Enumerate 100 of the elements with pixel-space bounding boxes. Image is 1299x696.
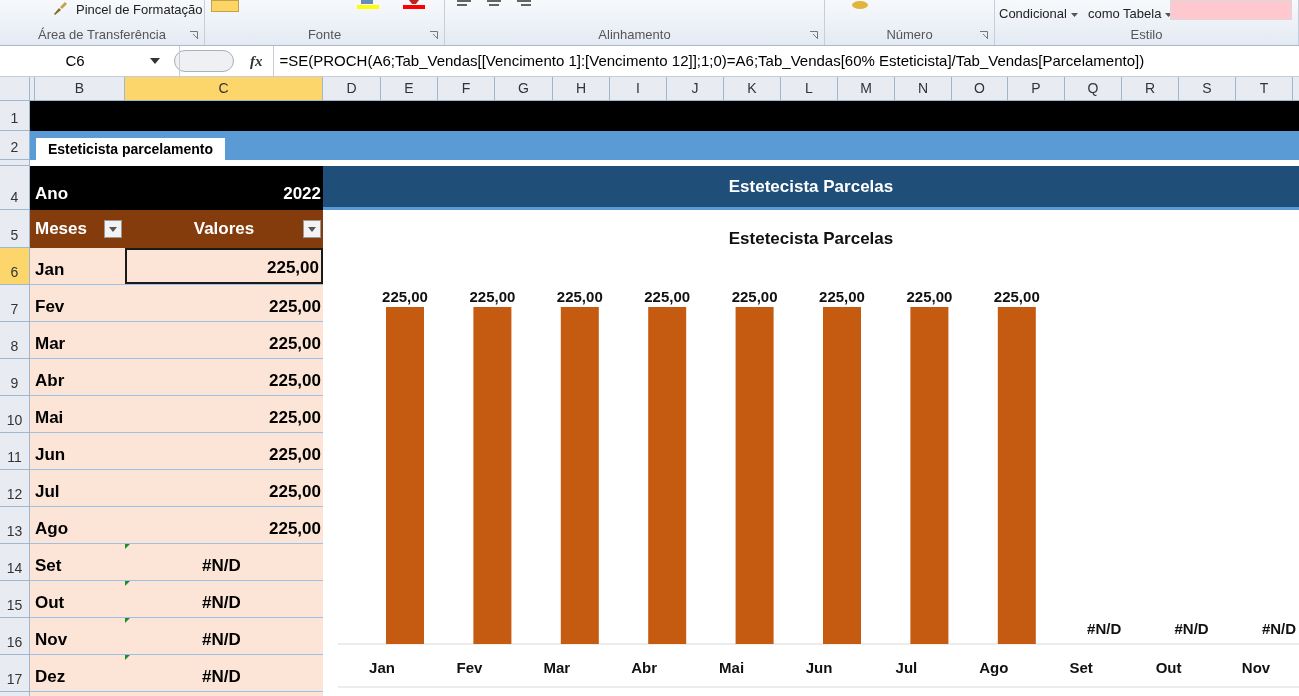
table-cell-text: Mar xyxy=(34,332,67,355)
insert-function-button[interactable]: fx xyxy=(250,49,263,73)
column-header[interactable]: F xyxy=(438,77,495,100)
table-cell[interactable]: 225,00 xyxy=(125,470,323,506)
axis-label: Set xyxy=(1069,659,1093,676)
table-cell[interactable]: 225,00 xyxy=(125,433,323,469)
table-cell[interactable]: 225,00 xyxy=(125,396,323,432)
panel-header: Estetecista Parcelas xyxy=(728,175,894,198)
axis-label: Nov xyxy=(1241,659,1271,676)
row-header[interactable]: 2 xyxy=(0,131,29,160)
column-header[interactable]: R xyxy=(1122,77,1179,100)
data-label: 225,00 xyxy=(556,288,603,305)
table-cell[interactable]: 225,00 xyxy=(125,359,323,395)
dialog-launcher-icon[interactable] xyxy=(810,31,818,39)
dialog-launcher-icon[interactable] xyxy=(430,31,438,39)
row-header[interactable]: 7 xyxy=(0,285,29,322)
table-cell-text: Ago xyxy=(34,517,70,540)
format-table-button[interactable]: como Tabela xyxy=(1087,3,1162,23)
table-cell-text: Mai xyxy=(34,406,65,429)
table-cell-text: Set xyxy=(34,554,63,577)
table-cell-text: Dez xyxy=(34,665,67,688)
bold-toggle[interactable] xyxy=(211,0,239,12)
axis-label: Mai xyxy=(719,659,745,676)
data-label: #N/D xyxy=(1087,620,1122,637)
column-header[interactable]: J xyxy=(667,77,724,100)
axis-label: Ago xyxy=(979,659,1009,676)
caret-icon[interactable] xyxy=(1070,13,1078,17)
table-cell[interactable]: #N/D xyxy=(125,618,323,654)
row-header[interactable]: 14 xyxy=(0,544,29,581)
axis-label: Abr xyxy=(631,659,658,676)
row-header[interactable]: 6 xyxy=(0,248,29,285)
row-header[interactable]: 12 xyxy=(0,470,29,507)
dialog-launcher-icon[interactable] xyxy=(190,31,198,39)
data-label: 225,00 xyxy=(993,288,1040,305)
font-color-icon[interactable] xyxy=(403,0,425,10)
table-cell[interactable]: #N/D xyxy=(125,544,323,580)
column-header[interactable]: T xyxy=(1236,77,1293,100)
group-label: Área de Transferência xyxy=(38,26,166,45)
splitter-handle[interactable] xyxy=(174,50,234,72)
data-label: 225,00 xyxy=(819,288,865,305)
group-label: Número xyxy=(886,26,933,45)
chart-title: Estetecista Parcelas xyxy=(728,229,894,248)
row-header[interactable]: 10 xyxy=(0,396,29,433)
table-cell-text: Jan xyxy=(34,258,66,281)
column-header[interactable]: I xyxy=(610,77,667,100)
caret-icon xyxy=(308,226,316,232)
column-header[interactable]: O xyxy=(952,77,1008,100)
column-header[interactable]: H xyxy=(553,77,610,100)
formula-field[interactable]: =SE(PROCH(A6;Tab_Vendas[[Vencimento 1]:[Vencimento 12]];1;0)=A6;Tab_Vendas[60% Esteticista]/Tab_Vendas[Parcelamento]) xyxy=(279,49,1145,73)
year-value: 2022 xyxy=(283,182,321,205)
dialog-launcher-icon[interactable] xyxy=(980,31,988,39)
table-cell[interactable]: 225,00 xyxy=(125,322,323,358)
column-header[interactable]: G xyxy=(495,77,553,100)
year-label: Ano xyxy=(35,182,69,205)
highlight-icon[interactable] xyxy=(357,0,379,10)
table-cell[interactable]: #N/D xyxy=(125,655,323,691)
row-header[interactable]: 8 xyxy=(0,322,29,359)
data-label: 225,00 xyxy=(906,288,953,305)
row-header[interactable]: 13 xyxy=(0,507,29,544)
row-header[interactable]: 11 xyxy=(0,433,29,470)
group-label: Fonte xyxy=(307,26,342,45)
filter-button[interactable] xyxy=(104,220,122,238)
row-header[interactable]: 9 xyxy=(0,359,29,396)
table-cell[interactable]: 225,00 xyxy=(125,285,323,321)
caret-icon[interactable] xyxy=(1165,13,1173,17)
conditional-format-button[interactable]: Condicional xyxy=(999,3,1067,23)
format-painter-button[interactable]: Pincel de Formatação xyxy=(76,0,203,20)
column-header[interactable]: L xyxy=(781,77,838,100)
table-cell-text: Out xyxy=(34,591,66,614)
table-cell[interactable]: #N/D xyxy=(125,581,323,617)
table-cell-text: Abr xyxy=(34,369,66,392)
row-header[interactable]: 4 xyxy=(0,166,29,210)
axis-label: Jun xyxy=(805,659,833,676)
column-header[interactable]: P xyxy=(1008,77,1065,100)
data-label: 225,00 xyxy=(644,288,691,305)
column-header[interactable]: S xyxy=(1179,77,1236,100)
column-header[interactable]: K xyxy=(724,77,781,100)
axis-label: Jul xyxy=(895,659,918,676)
column-header[interactable]: M xyxy=(838,77,895,100)
dropdown-icon[interactable] xyxy=(150,58,160,64)
sheet-tab[interactable]: Esteticista parcelamento xyxy=(36,138,225,160)
name-box[interactable]: C6 xyxy=(0,49,150,73)
column-header[interactable]: E xyxy=(381,77,438,100)
axis-label: Out xyxy=(1155,659,1182,676)
column-header[interactable]: N xyxy=(895,77,952,100)
table-cell-text: Jun xyxy=(34,443,67,466)
paintbrush-icon[interactable] xyxy=(52,0,68,16)
column-header[interactable]: D xyxy=(323,77,381,100)
row-header[interactable]: 16 xyxy=(0,618,29,655)
group-label: Estilo xyxy=(1130,26,1163,45)
column-header[interactable]: C xyxy=(125,77,323,100)
table-cell[interactable]: 225,00 xyxy=(125,507,323,543)
row-header[interactable]: 17 xyxy=(0,655,29,692)
column-header: Meses xyxy=(35,218,87,241)
row-header[interactable]: 1 xyxy=(0,101,29,131)
column-header[interactable]: Q xyxy=(1065,77,1122,100)
row-header[interactable]: 15 xyxy=(0,581,29,618)
table-cell[interactable]: 225,00 xyxy=(125,248,323,284)
filter-button[interactable] xyxy=(303,220,321,238)
axis-label: Mar xyxy=(543,659,571,676)
